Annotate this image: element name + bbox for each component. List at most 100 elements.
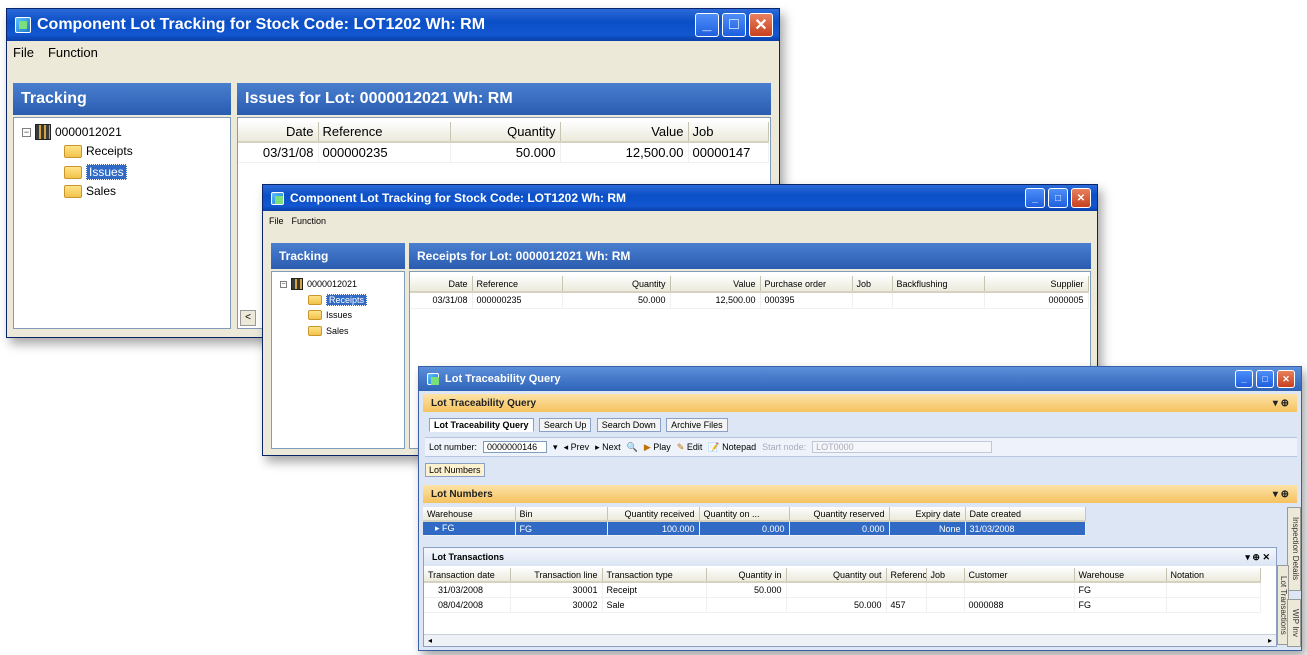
tree-item-sales[interactable]: Sales: [308, 326, 349, 336]
lot-traceability-query-window: Lot Traceability Query _ □ ✕ Lot Traceab…: [418, 366, 1302, 651]
col-transaction-line[interactable]: Transaction line: [510, 568, 603, 583]
menu-function[interactable]: Function: [292, 213, 327, 229]
minimize-button[interactable]: _: [1025, 188, 1045, 208]
title-bar: Component Lot Tracking for Stock Code: L…: [7, 9, 779, 41]
side-tab-wip-inv[interactable]: WIP Inv: [1287, 599, 1301, 647]
col-purchase-order[interactable]: Purchase order: [760, 276, 853, 293]
col-reference[interactable]: Reference: [472, 276, 563, 293]
col-transaction-date[interactable]: Transaction date: [424, 568, 511, 583]
tree-item-receipts[interactable]: Receipts: [308, 294, 368, 306]
table-row[interactable]: 03/31/08 000000235 50.000 12,500.00 0003…: [410, 292, 1089, 309]
col-job[interactable]: Job: [688, 122, 769, 143]
col-transaction-type[interactable]: Transaction type: [602, 568, 707, 583]
edit-button[interactable]: ✎ Edit: [677, 442, 703, 453]
menu-file[interactable]: File: [13, 43, 34, 63]
horizontal-scrollbar[interactable]: ◂ ▸: [424, 634, 1276, 646]
play-icon: ▶: [643, 441, 654, 452]
lot-numbers-table: Warehouse Bin Quantity received Quantity…: [423, 507, 1086, 536]
table-row[interactable]: 03/31/08 000000235 50.000 12,500.00 0000…: [238, 142, 769, 163]
folder-open-icon: [64, 165, 82, 179]
col-warehouse[interactable]: Warehouse: [1074, 568, 1167, 583]
close-button[interactable]: ✕: [1277, 370, 1295, 388]
tab-lot-traceability-query[interactable]: Lot Traceability Query: [429, 418, 534, 432]
prev-icon: ◂: [563, 441, 571, 452]
window-title: Lot Traceability Query: [445, 373, 561, 385]
lot-number-input[interactable]: 0000000146: [483, 441, 548, 453]
folder-open-icon: [308, 295, 322, 305]
close-button[interactable]: ✕: [749, 13, 773, 37]
col-value[interactable]: Value: [560, 122, 689, 143]
scroll-right-icon[interactable]: ▸: [1268, 635, 1272, 646]
tracking-tree: − 0000012021 Receipts Issues Sales: [13, 117, 231, 329]
tree-item-issues[interactable]: Issues: [308, 310, 352, 320]
window-title: Component Lot Tracking for Stock Code: L…: [37, 16, 486, 33]
app-icon: [427, 373, 439, 385]
side-tab-inspection-details[interactable]: Inspection Details: [1287, 507, 1301, 591]
window-title: Component Lot Tracking for Stock Code: L…: [290, 191, 627, 205]
table-row[interactable]: 08/04/2008 30002 Sale 50.000 457 0000088…: [424, 597, 1261, 613]
prev-button[interactable]: ◂ Prev: [564, 442, 590, 453]
col-date[interactable]: Date: [238, 122, 319, 143]
tree-root[interactable]: − 0000012021: [22, 124, 122, 140]
col-quantity-on[interactable]: Quantity on ...: [699, 507, 790, 522]
tab-search-down[interactable]: Search Down: [596, 418, 661, 432]
lot-numbers-button[interactable]: Lot Numbers: [425, 463, 485, 477]
next-button[interactable]: ▸ Next: [595, 442, 621, 453]
col-bin[interactable]: Bin: [515, 507, 608, 522]
col-warehouse[interactable]: Warehouse: [423, 507, 516, 522]
col-job[interactable]: Job: [852, 276, 893, 293]
collapse-icon[interactable]: −: [22, 127, 31, 137]
col-reference[interactable]: Reference: [318, 122, 451, 143]
col-job[interactable]: Job: [926, 568, 965, 583]
lot-transactions-panel: Lot Transactions ▾ ⊕ ✕ Transaction date …: [423, 547, 1277, 647]
tracking-header: Tracking: [271, 243, 405, 269]
col-quantity-in[interactable]: Quantity in: [706, 568, 787, 583]
col-notation[interactable]: Notation: [1166, 568, 1261, 583]
col-date[interactable]: Date: [410, 276, 473, 293]
tab-search-up[interactable]: Search Up: [538, 418, 592, 432]
pin-icon[interactable]: ▾ ⊕: [1273, 489, 1289, 500]
search-icon[interactable]: 🔍: [627, 442, 638, 453]
menu-function[interactable]: Function: [48, 43, 98, 63]
col-quantity-out[interactable]: Quantity out: [786, 568, 887, 583]
col-customer[interactable]: Customer: [964, 568, 1075, 583]
col-expiry-date[interactable]: Expiry date: [889, 507, 966, 522]
panel-controls-icon[interactable]: ▾ ⊕ ✕: [1245, 548, 1270, 566]
col-reference[interactable]: Reference: [886, 568, 927, 583]
col-quantity[interactable]: Quantity: [562, 276, 671, 293]
scroll-left-icon[interactable]: ◂: [428, 635, 432, 646]
col-supplier[interactable]: Supplier: [984, 276, 1089, 293]
play-button[interactable]: ▶ Play: [644, 442, 671, 453]
lot-transactions-header: Lot Transactions ▾ ⊕ ✕: [424, 548, 1276, 566]
collapse-icon[interactable]: −: [280, 280, 287, 288]
maximize-button[interactable]: □: [1048, 188, 1068, 208]
table-row[interactable]: 31/03/2008 30001 Receipt 50.000 FG: [424, 582, 1261, 598]
menu-bar: File Function: [7, 43, 779, 63]
close-button[interactable]: ✕: [1071, 188, 1091, 208]
minimize-button[interactable]: _: [695, 13, 719, 37]
tree-item-receipts[interactable]: Receipts: [64, 144, 133, 158]
scroll-left-button[interactable]: <: [240, 310, 256, 326]
table-row[interactable]: ▸ FG FG 100.000 0.000 0.000 None 31/03/2…: [423, 521, 1086, 536]
title-bar: Lot Traceability Query _ □ ✕: [419, 367, 1301, 391]
receipts-header: Receipts for Lot: 0000012021 Wh: RM: [409, 243, 1091, 269]
lot-transactions-table: Transaction date Transaction line Transa…: [424, 568, 1261, 613]
tree-item-sales[interactable]: Sales: [64, 184, 116, 198]
folder-icon: [64, 184, 82, 198]
tree-root[interactable]: − 0000012021: [280, 278, 357, 290]
maximize-button[interactable]: □: [722, 13, 746, 37]
col-backflushing[interactable]: Backflushing: [892, 276, 985, 293]
maximize-button[interactable]: □: [1256, 370, 1274, 388]
col-quantity-received[interactable]: Quantity received: [607, 507, 700, 522]
tab-archive-files[interactable]: Archive Files: [666, 418, 728, 432]
tree-item-issues[interactable]: Issues: [64, 164, 127, 180]
notepad-button[interactable]: 📝 Notepad: [708, 442, 756, 453]
pin-icon[interactable]: ▾ ⊕: [1273, 398, 1289, 409]
col-value[interactable]: Value: [670, 276, 761, 293]
lot-dropdown-icon[interactable]: ▾: [553, 442, 558, 453]
col-quantity[interactable]: Quantity: [450, 122, 561, 143]
menu-file[interactable]: File: [269, 213, 284, 229]
col-date-created[interactable]: Date created: [965, 507, 1086, 522]
minimize-button[interactable]: _: [1235, 370, 1253, 388]
col-quantity-reserved[interactable]: Quantity reserved: [789, 507, 890, 522]
